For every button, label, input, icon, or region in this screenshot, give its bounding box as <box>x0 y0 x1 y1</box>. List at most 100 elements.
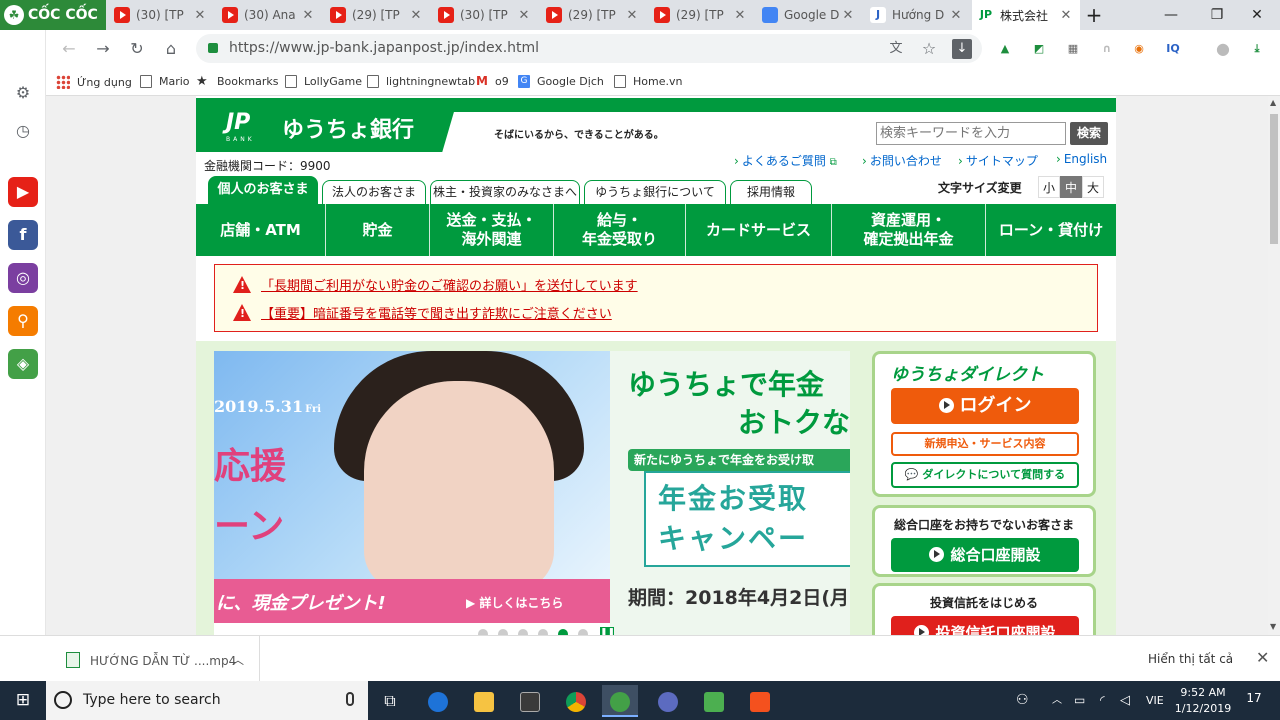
contact-link[interactable]: お問い合わせ <box>862 152 942 169</box>
close-icon[interactable]: ✕ <box>1256 648 1269 667</box>
profile-avatar-icon[interactable]: ● <box>1214 40 1232 58</box>
tab-personal[interactable]: 個人のお客さま <box>208 176 318 204</box>
close-icon[interactable]: ✕ <box>732 8 748 23</box>
font-size-medium[interactable]: 中 <box>1060 176 1082 198</box>
bookmark-item[interactable]: lightningnewtab <box>367 75 475 88</box>
open-account-button[interactable]: 総合口座開設 <box>891 538 1079 572</box>
browser-tab[interactable]: (30) [TP ✕ <box>108 0 214 30</box>
bookmark-item[interactable]: LollyGame <box>285 75 362 88</box>
camtasia-green-icon[interactable] <box>696 685 732 717</box>
download-item[interactable]: HƯỚNG DẪN TỪ ....mp4 ︿ <box>46 636 260 682</box>
forward-button[interactable]: → <box>92 38 114 60</box>
site-logo[interactable]: JP BANK ゆうちょ銀行 <box>196 98 458 152</box>
site-search-input[interactable] <box>876 122 1066 145</box>
font-size-large[interactable]: 大 <box>1082 176 1104 198</box>
download-icon[interactable]: ↓ <box>952 39 972 59</box>
edge-icon[interactable] <box>420 685 456 717</box>
english-link[interactable]: English <box>1056 152 1107 166</box>
battery-icon[interactable]: ▭ <box>1074 681 1085 720</box>
nav-salary-pension[interactable]: 給与・ 年金受取り <box>554 204 686 256</box>
language-indicator[interactable]: VIE <box>1146 681 1164 720</box>
browser-tab[interactable]: (29) [TP ✕ <box>648 0 754 30</box>
nav-card-service[interactable]: カードサービス <box>686 204 832 256</box>
ask-direct-button[interactable]: 💬 ダイレクトについて質問する <box>891 462 1079 488</box>
reload-button[interactable]: ↻ <box>126 38 148 60</box>
volume-icon[interactable]: ◁ <box>1120 681 1130 720</box>
close-icon[interactable]: ✕ <box>516 8 532 23</box>
page-scrollbar[interactable]: ▲ ▼ <box>1268 96 1280 635</box>
open-investment-button[interactable]: 投資信託口座開設 <box>891 616 1079 635</box>
facebook-shortcut-icon[interactable]: f <box>8 220 38 250</box>
scrollbar-thumb[interactable] <box>1270 114 1278 244</box>
close-icon[interactable]: ✕ <box>624 8 640 23</box>
bookmark-item[interactable]: Mario <box>140 75 190 88</box>
microphone-icon[interactable] <box>346 692 354 706</box>
youtube-shortcut-icon[interactable]: ▶ <box>8 177 38 207</box>
bookmark-item[interactable]: ★ Bookmarks <box>196 75 278 88</box>
new-application-button[interactable]: 新規申込・サービス内容 <box>891 432 1079 456</box>
people-icon[interactable]: ⚇ <box>1016 681 1029 720</box>
tab-recruit[interactable]: 採用情報 <box>730 180 812 204</box>
faq-link[interactable]: よくあるご質問 ⧉ <box>734 152 837 169</box>
chevron-up-tray-icon[interactable]: ︿ <box>1052 681 1062 720</box>
nav-stores-atm[interactable]: 店舗・ATM <box>196 204 326 256</box>
coccoc-taskbar-icon[interactable] <box>602 685 638 717</box>
close-icon[interactable]: ✕ <box>840 8 856 23</box>
extension-icon[interactable]: ▲ <box>996 40 1014 58</box>
taskbar-clock[interactable]: 9:52 AM 1/12/2019 <box>1170 685 1236 717</box>
scroll-up-icon[interactable]: ▲ <box>1270 98 1276 107</box>
browser-tab[interactable]: (30) Ana ✕ <box>216 0 322 30</box>
notification-center-icon[interactable]: 17 <box>1244 691 1264 711</box>
task-view-icon[interactable]: ⧉ <box>372 685 408 717</box>
close-icon[interactable]: ✕ <box>1058 8 1074 23</box>
site-search-button[interactable]: 検索 <box>1070 122 1108 145</box>
browser-tab[interactable]: (29) [TP ✕ <box>540 0 646 30</box>
pause-icon[interactable]: ❚❚ <box>600 627 615 635</box>
login-button[interactable]: ログイン <box>891 388 1079 424</box>
history-icon[interactable]: ◷ <box>12 120 34 142</box>
download-arrow-icon[interactable]: ⤓ <box>1248 40 1266 58</box>
extension-headphone-icon[interactable]: ∩ <box>1098 40 1116 58</box>
address-bar[interactable]: https://www.jp-bank.japanpost.jp/index.h… <box>196 34 982 63</box>
browser-tab[interactable]: (29) [TP ✕ <box>324 0 430 30</box>
search-shortcut-icon[interactable]: ⚲ <box>8 306 38 336</box>
bookmark-item[interactable]: G Google Dịch <box>518 75 604 88</box>
iq-extension-icon[interactable]: IQ <box>1164 40 1182 58</box>
nav-remittance[interactable]: 送金・支払・ 海外関連 <box>430 204 554 256</box>
bookmark-apps[interactable]: Ứng dụng <box>56 75 132 89</box>
windows-start-icon[interactable]: ⊞ <box>0 681 46 720</box>
new-tab-button[interactable]: + <box>1080 0 1108 30</box>
music-shortcut-icon[interactable]: ◎ <box>8 263 38 293</box>
campaign-banner[interactable]: 2019.5.31 Fri 応援 ーン に、現金プレゼント! ▶ 詳しくはこちら … <box>214 351 850 635</box>
tab-about[interactable]: ゆうちょ銀行について <box>584 180 726 204</box>
bookmark-star-icon[interactable]: ☆ <box>918 38 940 60</box>
font-size-small[interactable]: 小 <box>1038 176 1060 198</box>
store-icon[interactable] <box>512 685 548 717</box>
close-icon[interactable]: ✕ <box>408 8 424 23</box>
circle-app-icon[interactable] <box>650 685 686 717</box>
coccoc-menu-button[interactable]: ☘ CỐC CỐC <box>0 0 106 30</box>
browser-tab[interactable]: (30) [TP ✕ <box>432 0 538 30</box>
notice-link[interactable]: 【重要】暗証番号を電話等で聞き出す詐欺にご注意ください <box>261 303 612 322</box>
settings-gear-icon[interactable]: ⚙ <box>12 82 34 104</box>
notice-link[interactable]: 「長期間ご利用がない貯金のご確認のお願い」を送付しています <box>261 275 638 294</box>
extension-circle-icon[interactable]: ◉ <box>1130 40 1148 58</box>
sitemap-link[interactable]: サイトマップ <box>958 152 1038 169</box>
browser-tab[interactable]: J Hướng D ✕ <box>864 0 970 30</box>
banner-more-link[interactable]: ▶ 詳しくはこちら <box>466 594 563 611</box>
nav-savings[interactable]: 貯金 <box>326 204 430 256</box>
browser-tab-active[interactable]: JP 株式会社 ✕ <box>972 0 1080 30</box>
show-all-downloads-link[interactable]: Hiển thị tất cả <box>1148 652 1233 666</box>
home-button[interactable]: ⌂ <box>160 38 182 60</box>
tab-corporate[interactable]: 法人のお客さま <box>322 180 426 204</box>
close-icon[interactable]: ✕ <box>192 8 208 23</box>
nav-loans[interactable]: ローン・貸付け <box>986 204 1116 256</box>
file-explorer-icon[interactable] <box>466 685 502 717</box>
browser-tab[interactable]: Google D ✕ <box>756 0 862 30</box>
window-close-button[interactable]: ✕ <box>1234 0 1280 30</box>
extension-leaf-icon[interactable]: ◩ <box>1030 40 1048 58</box>
extension-grid-icon[interactable]: ▦ <box>1064 40 1082 58</box>
close-icon[interactable]: ✕ <box>948 8 964 23</box>
bookmark-item[interactable]: Mo9 <box>476 75 509 88</box>
chevron-up-icon[interactable]: ︿ <box>232 651 244 668</box>
